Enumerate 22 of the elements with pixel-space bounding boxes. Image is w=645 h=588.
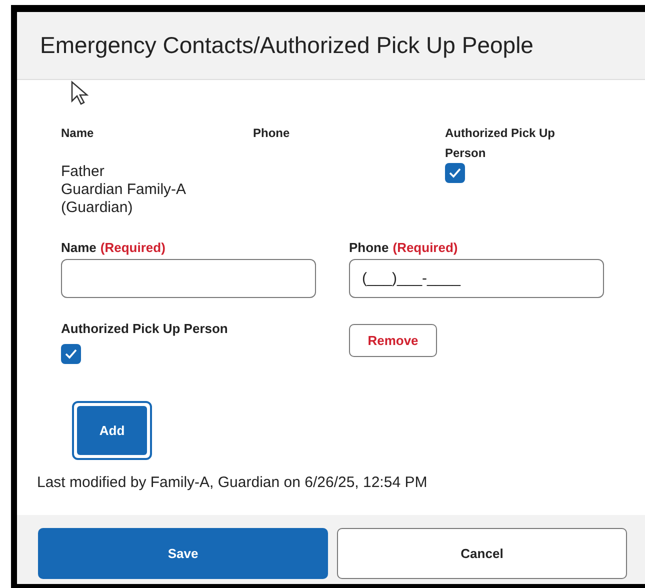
table-cell-text: Father Guardian Family-A (Guardian)	[61, 163, 188, 217]
cancel-button[interactable]: Cancel	[337, 528, 627, 579]
last-modified-text: Last modified by Family-A, Guardian on 6/26/25, 12:54 PM	[37, 474, 428, 491]
check-icon	[65, 349, 77, 359]
add-button[interactable]: Add	[77, 406, 147, 455]
required-note: (Required)	[100, 240, 166, 255]
save-button[interactable]: Save	[38, 528, 328, 579]
column-header: Name	[61, 125, 95, 142]
window-title: Emergency Contacts/Authorized Pick Up People	[40, 32, 534, 59]
remove-button[interactable]: Remove	[349, 324, 437, 357]
field-label: Phone	[349, 240, 389, 255]
cursor-icon	[70, 80, 90, 106]
field-label: Authorized Pick Up Person	[61, 320, 229, 338]
check-icon	[449, 168, 461, 178]
phone-field[interactable]: (___)___-____	[349, 259, 604, 298]
column-header: Phone	[253, 125, 291, 142]
name-field[interactable]	[61, 259, 316, 298]
field-label: Name	[61, 240, 96, 255]
required-note: (Required)	[392, 240, 458, 255]
checkbox[interactable]	[445, 163, 465, 183]
column-header: Authorized Pick Up Person	[445, 125, 556, 162]
checkbox[interactable]	[61, 344, 81, 364]
